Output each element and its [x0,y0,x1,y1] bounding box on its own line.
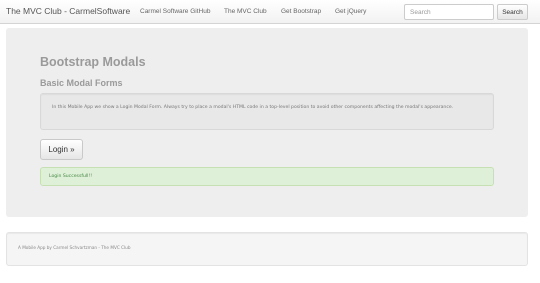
success-alert: Login Successfull!! [40,167,494,186]
nav-link-carmel-software-github[interactable]: Carmel Software GitHub [140,8,210,15]
navbar: The MVC Club - CarmelSoftware Carmel Sof… [0,0,540,24]
nav-link-get-bootstrap[interactable]: Get Bootstrap [281,8,321,15]
page-title: Bootstrap Modals [40,55,146,69]
info-text: In this Mobile App we show a Login Modal… [52,105,454,110]
login-button[interactable]: Login » [40,139,83,160]
search-input[interactable] [404,4,494,20]
page-subtitle: Basic Modal Forms [40,78,123,88]
navbar-brand[interactable]: The MVC Club - CarmelSoftware [6,6,130,16]
search-button[interactable]: Search [497,4,528,20]
success-alert-text: Login Successfull!! [49,174,93,179]
nav-link-get-jquery[interactable]: Get jQuery [335,8,366,15]
nav-link-mvc-club[interactable]: The MVC Club [224,8,267,15]
footer-text: A Mobile App by Carmel Schvartzman - The… [18,245,131,250]
footer: A Mobile App by Carmel Schvartzman - The… [6,232,528,266]
info-well: In this Mobile App we show a Login Modal… [40,93,494,130]
